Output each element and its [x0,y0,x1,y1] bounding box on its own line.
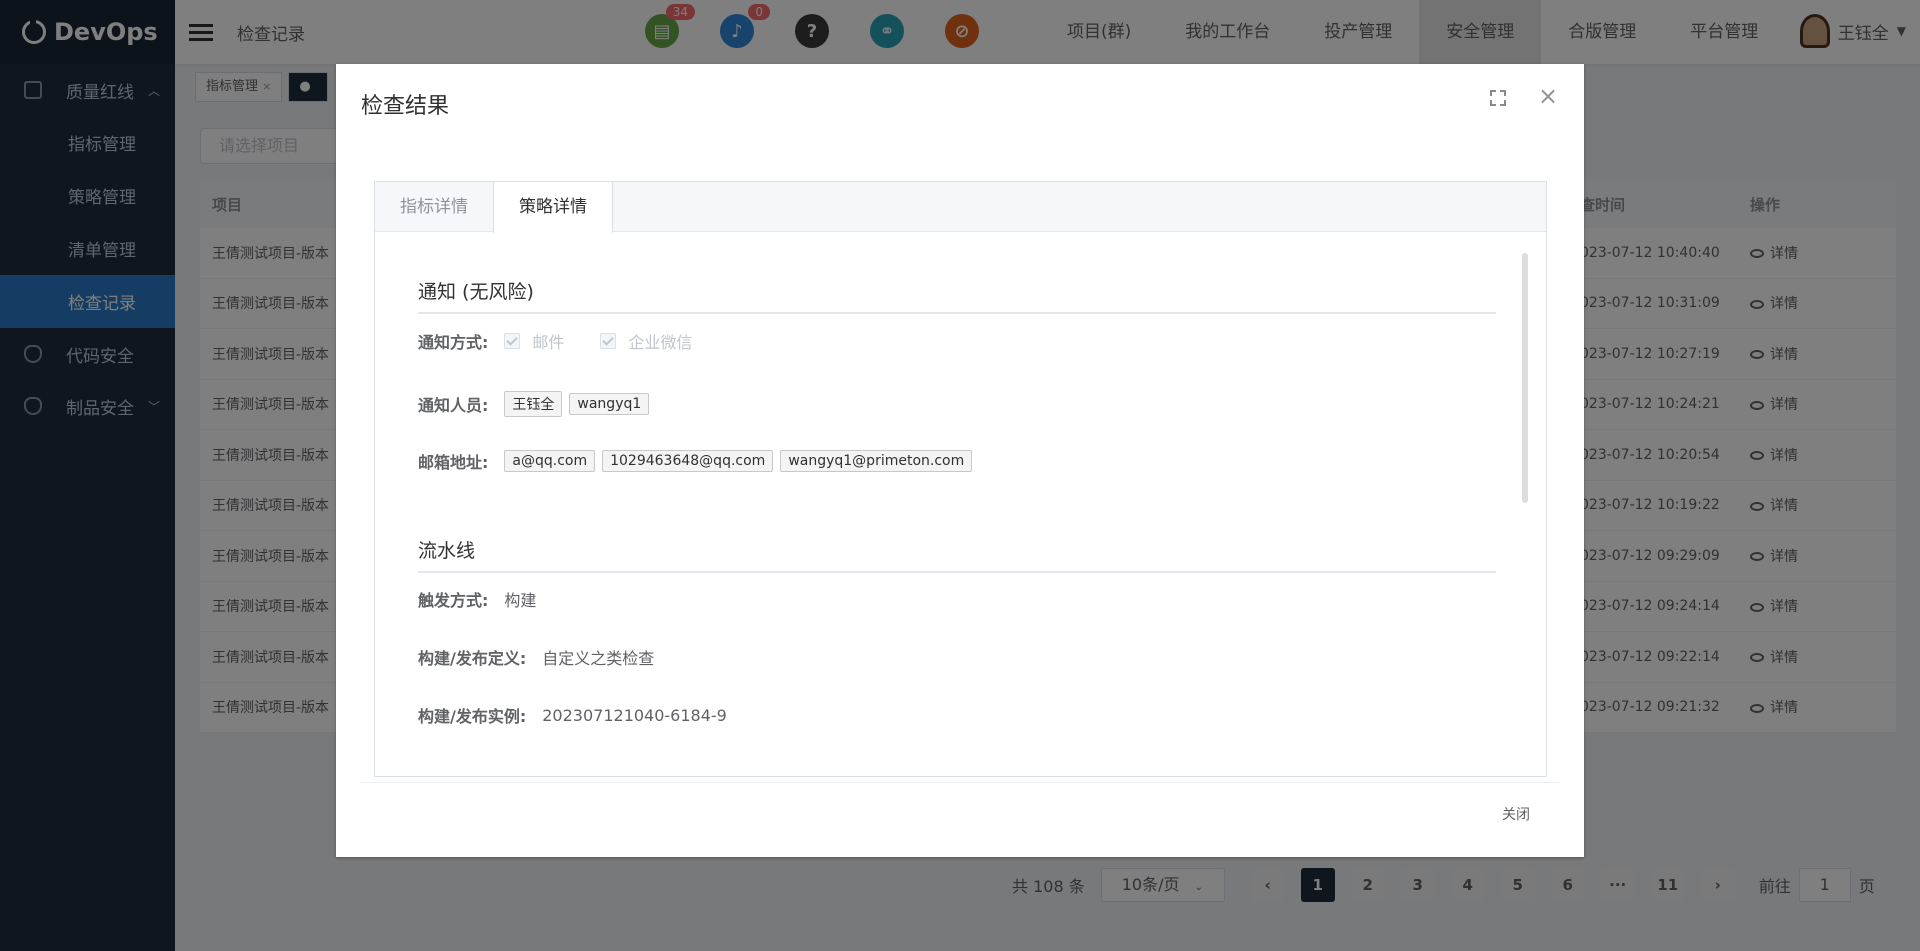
check-icon [600,333,617,349]
trigger-row: 触发方式: 构建 [418,587,536,611]
tab-bar: 指标详情 策略详情 [375,182,1546,233]
build-inst-row: 构建/发布实例: 202307121040-6184-9 [418,703,727,727]
tab-metric-detail[interactable]: 指标详情 [375,182,493,231]
checkbox-label: 企业微信 [628,333,693,352]
detail-tabs: 指标详情 策略详情 通知 (无风险) 通知方式: 邮件 企业微信 通知人员: 王… [374,181,1547,777]
field-label: 构建/发布定义: [418,649,527,668]
close-icon[interactable]: × [1538,82,1558,110]
policy-pane: 通知 (无风险) 通知方式: 邮件 企业微信 通知人员: 王钰全 wangyq1… [375,233,1546,776]
field-value: 构建 [504,591,537,610]
checkbox-email[interactable]: 邮件 [504,329,564,353]
email-chip: a@qq.com [504,450,596,472]
fullscreen-icon[interactable] [1490,90,1506,106]
check-icon [504,333,521,349]
result-dialog: 检查结果 × 指标详情 策略详情 通知 (无风险) 通知方式: 邮件 企业微信 … [336,64,1584,857]
dialog-footer-divider [360,782,1560,783]
email-row: 邮箱地址: a@qq.com 1029463648@qq.com wangyq1… [418,449,979,473]
notify-section-title: 通知 (无风险) [418,277,1496,314]
field-label: 通知方式: [418,333,489,352]
notify-people-row: 通知人员: 王钰全 wangyq1 [418,391,656,417]
checkbox-wecom[interactable]: 企业微信 [600,329,692,353]
field-label: 邮箱地址: [418,453,489,472]
email-chip: 1029463648@qq.com [602,450,774,472]
field-value: 202307121040-6184-9 [542,705,727,725]
build-def-row: 构建/发布定义: 自定义之类检查 [418,645,654,669]
close-button[interactable]: 关闭 [1502,804,1530,824]
person-chip: 王钰全 [504,391,563,417]
checkbox-label: 邮件 [532,333,565,352]
email-chip: wangyq1@primeton.com [780,450,973,472]
person-chip: wangyq1 [569,393,650,415]
field-value: 自定义之类检查 [542,649,655,668]
notify-method-row: 通知方式: 邮件 企业微信 [418,329,728,353]
tab-policy-detail[interactable]: 策略详情 [493,182,613,233]
scrollbar[interactable] [1522,253,1528,503]
field-label: 通知人员: [418,396,489,415]
field-label: 构建/发布实例: [418,707,527,726]
dialog-title: 检查结果 [361,94,450,119]
field-label: 触发方式: [418,591,489,610]
pipeline-section-title: 流水线 [418,536,1496,573]
